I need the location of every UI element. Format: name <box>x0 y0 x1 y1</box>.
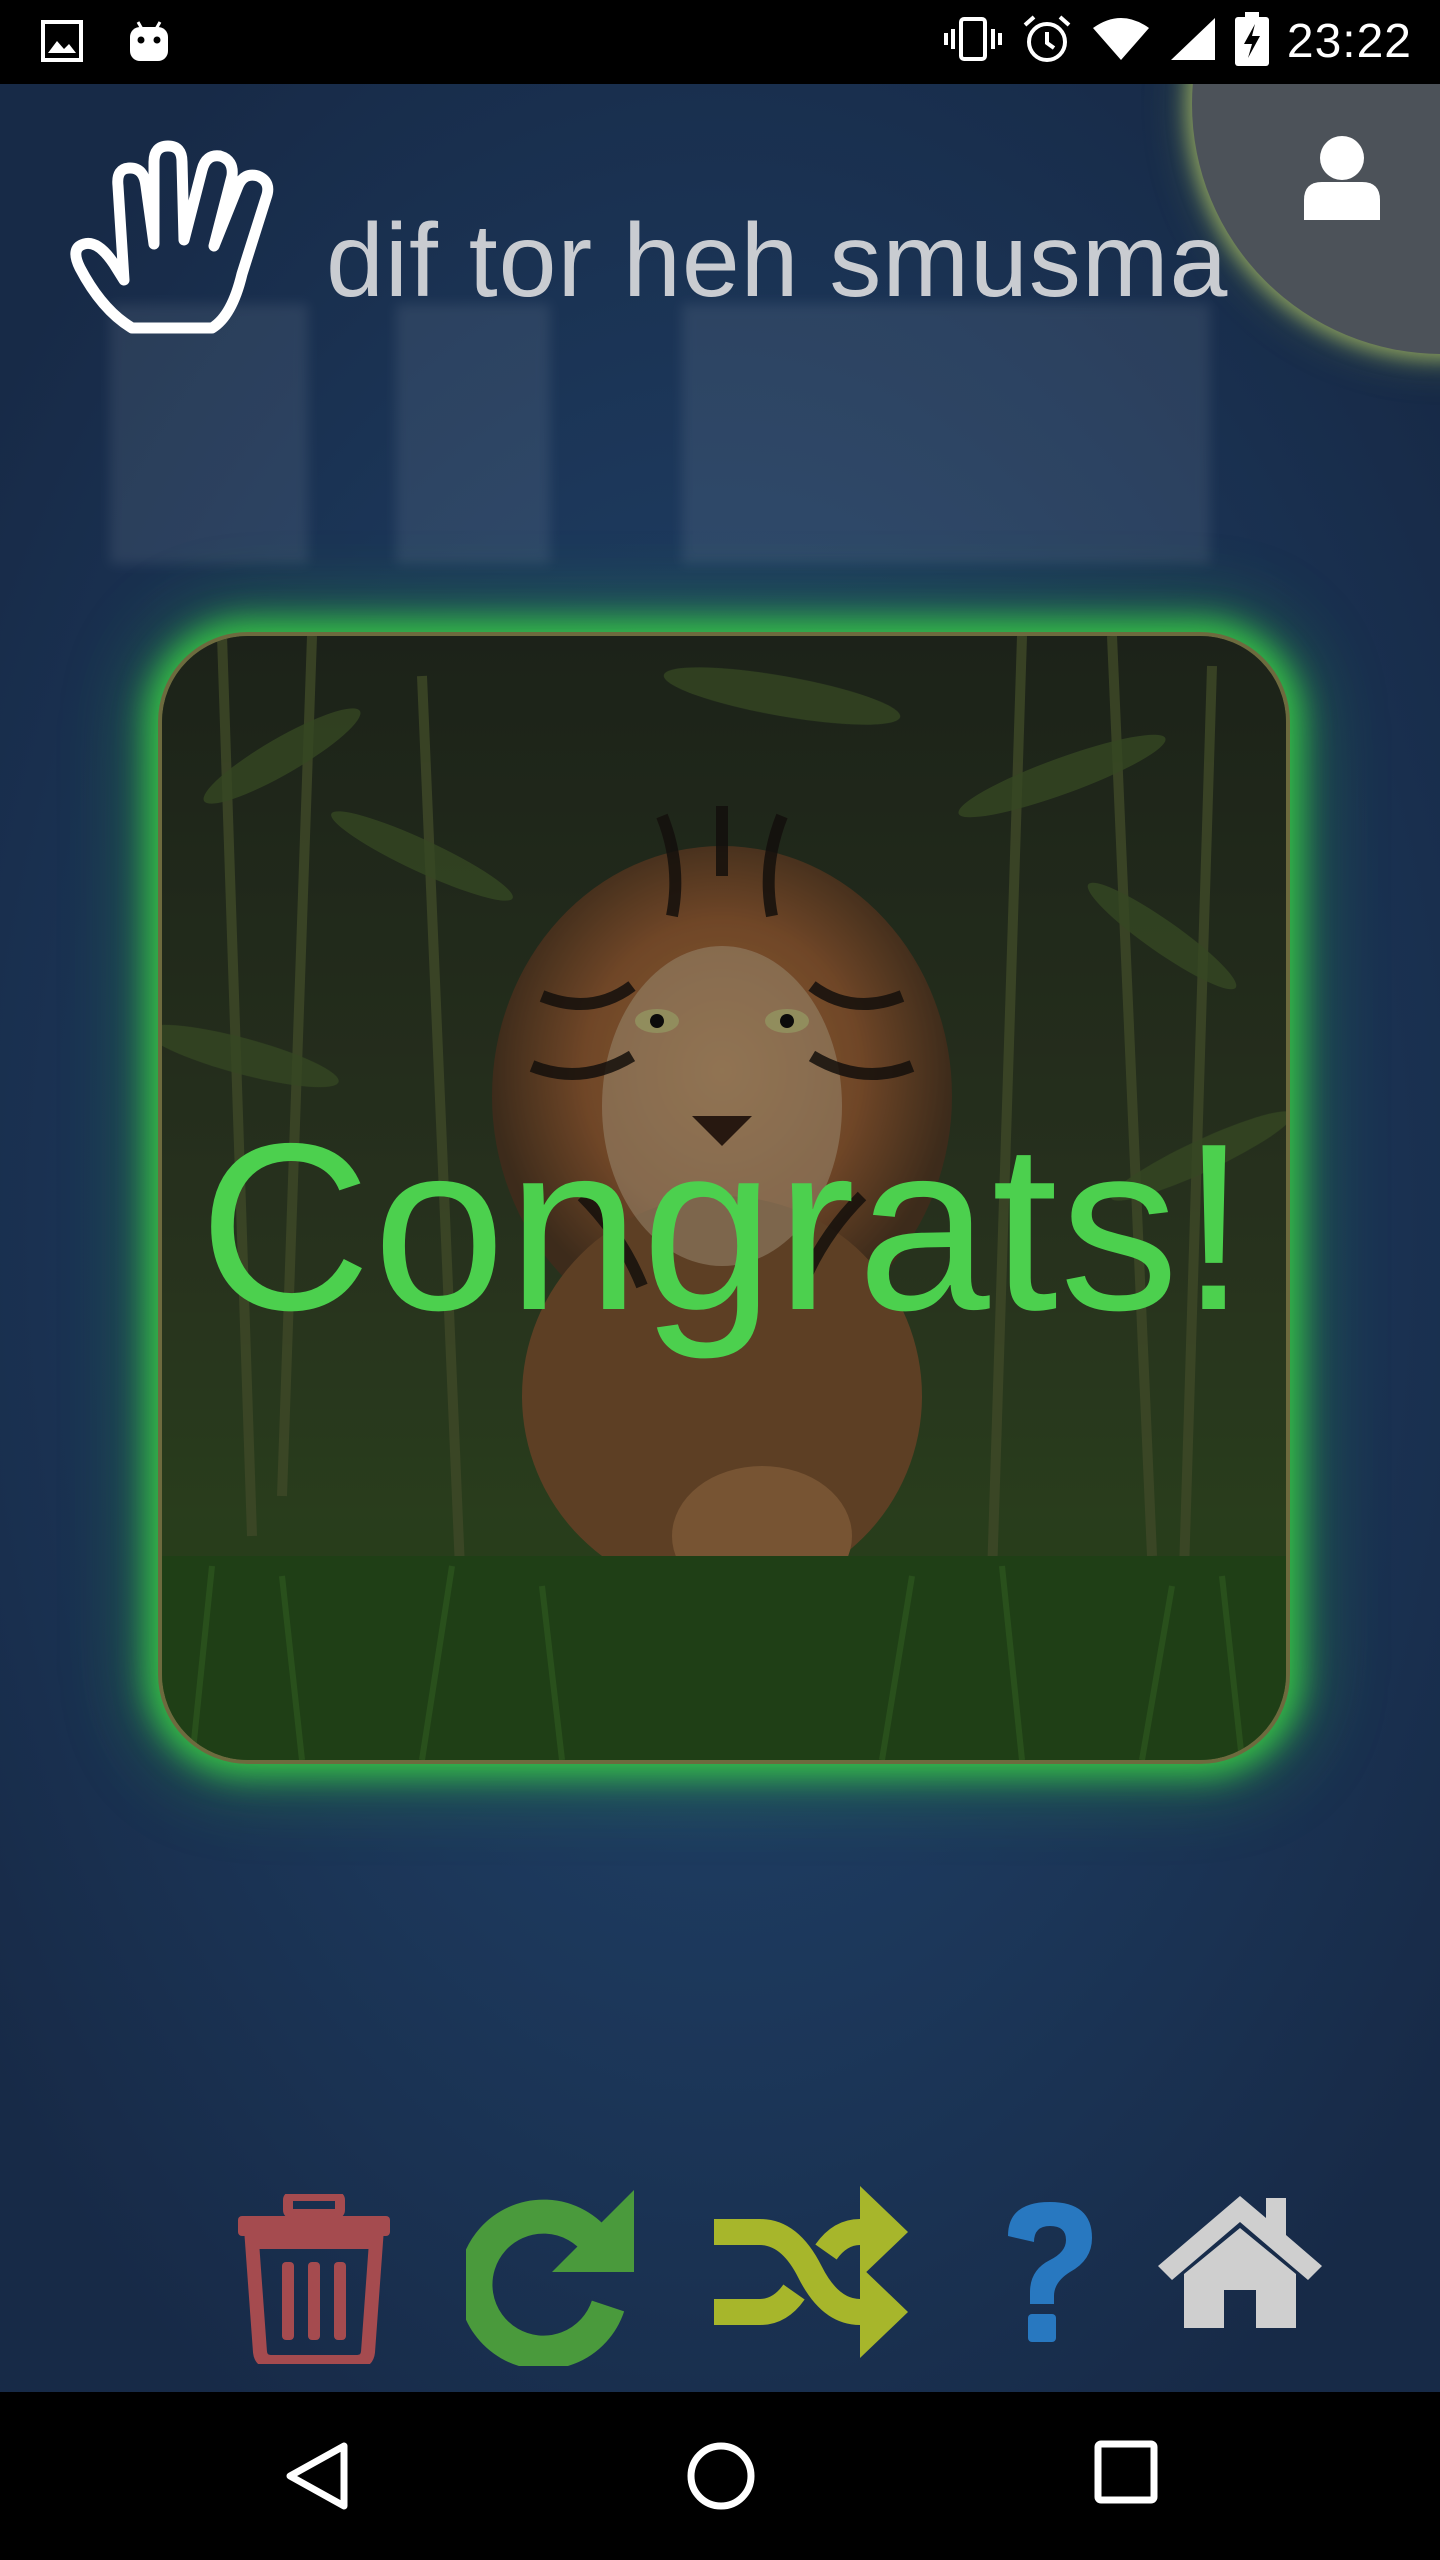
vibrate-icon <box>943 15 1003 68</box>
app-title: dif tor heh smusma <box>326 203 1229 319</box>
back-icon[interactable] <box>282 2440 352 2517</box>
vulcan-salute-hand-icon <box>62 140 292 355</box>
user-icon[interactable] <box>1300 134 1384 225</box>
alarm-icon <box>1021 13 1073 70</box>
wifi-icon <box>1091 16 1151 67</box>
cellular-signal-icon <box>1169 16 1217 67</box>
home-circle-icon[interactable] <box>686 2440 756 2517</box>
bottom-toolbar <box>0 2172 1440 2392</box>
home-icon[interactable] <box>1150 2182 1330 2337</box>
redo-arrow-icon[interactable] <box>458 2186 638 2371</box>
battery-charging-icon <box>1234 12 1269 71</box>
trash-icon[interactable] <box>236 2191 392 2369</box>
recents-icon[interactable] <box>1094 2440 1158 2509</box>
question-icon[interactable] <box>994 2196 1104 2351</box>
system-nav-bar <box>0 2392 1440 2560</box>
clock: 23:22 <box>1286 15 1412 68</box>
shuffle-icon[interactable] <box>710 2182 910 2367</box>
result-card[interactable]: Congrats! <box>158 632 1290 1764</box>
app-area: dif tor heh smusma Congrats! <box>0 84 1440 2392</box>
status-bar: 23:22 <box>0 0 1440 84</box>
congrats-message: Congrats! <box>199 1094 1249 1360</box>
android-notification-icon <box>126 18 172 69</box>
image-notification-icon <box>40 19 84 68</box>
